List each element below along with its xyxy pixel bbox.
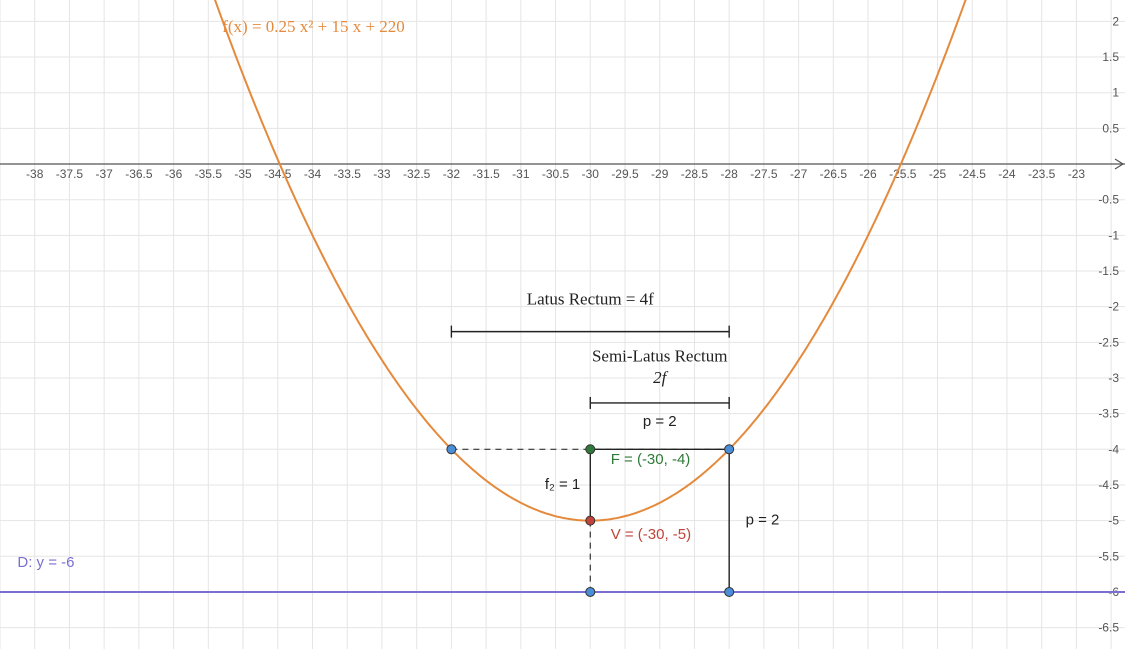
svg-text:-4.5: -4.5 [1098,478,1119,492]
svg-text:-25: -25 [929,167,947,181]
svg-text:-32.5: -32.5 [403,167,431,181]
svg-text:-37.5: -37.5 [56,167,84,181]
svg-text:-34: -34 [304,167,322,181]
svg-text:-38: -38 [26,167,44,181]
p-top-label: p = 2 [643,413,677,430]
parabola-chart: -38 -37.5 -37 -36.5 -36 -35.5 -35 -34.5 -34 -33.5… [0,0,1125,649]
svg-text:-27: -27 [790,167,808,181]
svg-text:-5: -5 [1108,514,1119,528]
svg-text:-26: -26 [859,167,877,181]
svg-text:-6.5: -6.5 [1098,621,1119,635]
p-side-label: p = 2 [746,512,780,529]
svg-text:-35.5: -35.5 [195,167,223,181]
svg-text:-0.5: -0.5 [1098,193,1119,207]
svg-text:-36.5: -36.5 [125,167,153,181]
y-tick-labels: -6.5-6-5.5-5-4.5-4-3.5-3-2.5-2-1.5-1-0.5… [1098,14,1119,634]
function-equation-label: f(x) = 0.25 x² + 15 x + 220 [222,17,405,36]
svg-text:1: 1 [1112,86,1119,100]
svg-text:2: 2 [1112,14,1119,28]
semi-latus-rectum-label-line2: 2f [653,368,669,387]
svg-text:-23: -23 [1068,167,1086,181]
grid [0,0,1125,649]
svg-text:-4: -4 [1108,442,1119,456]
svg-text:-24: -24 [998,167,1016,181]
svg-text:-31: -31 [512,167,530,181]
svg-text:-33: -33 [373,167,391,181]
svg-text:-32: -32 [443,167,461,181]
svg-text:1.5: 1.5 [1102,50,1119,64]
text-annotations: f(x) = 0.25 x² + 15 x + 220 D: y = -6 La… [17,17,779,571]
svg-text:0.5: 0.5 [1102,121,1119,135]
svg-text:-1.5: -1.5 [1098,264,1119,278]
svg-text:-36: -36 [165,167,183,181]
svg-text:-33.5: -33.5 [334,167,362,181]
svg-text:-28.5: -28.5 [681,167,709,181]
focus-point-label: F = (-30, -4) [611,451,691,468]
svg-text:-37: -37 [95,167,113,181]
svg-text:-29.5: -29.5 [611,167,639,181]
vertex-point-label: V = (-30, -5) [611,526,691,543]
svg-text:-3: -3 [1108,371,1119,385]
svg-text:-5.5: -5.5 [1098,549,1119,563]
svg-text:-34.5: -34.5 [264,167,292,181]
svg-text:-3.5: -3.5 [1098,407,1119,421]
x-tick-labels: -38 -37.5 -37 -36.5 -36 -35.5 -35 -34.5 -34 -33.5… [26,167,1085,181]
svg-text:-24.5: -24.5 [959,167,987,181]
svg-text:-35: -35 [234,167,252,181]
svg-text:-23.5: -23.5 [1028,167,1056,181]
svg-text:-1: -1 [1108,228,1119,242]
svg-text:-2: -2 [1108,300,1119,314]
svg-text:-29: -29 [651,167,669,181]
svg-text:-30: -30 [582,167,600,181]
svg-text:-26.5: -26.5 [820,167,848,181]
svg-text:-28: -28 [720,167,738,181]
svg-text:-31.5: -31.5 [472,167,500,181]
svg-text:-30.5: -30.5 [542,167,570,181]
directrix-label: D: y = -6 [17,554,74,571]
f2-label: f₂ = 1 [545,476,580,493]
semi-latus-rectum-label-line1: Semi-Latus Rectum [592,347,728,366]
latus-rectum-label: Latus Rectum = 4f [527,290,654,309]
svg-text:-27.5: -27.5 [750,167,778,181]
svg-text:-2.5: -2.5 [1098,335,1119,349]
